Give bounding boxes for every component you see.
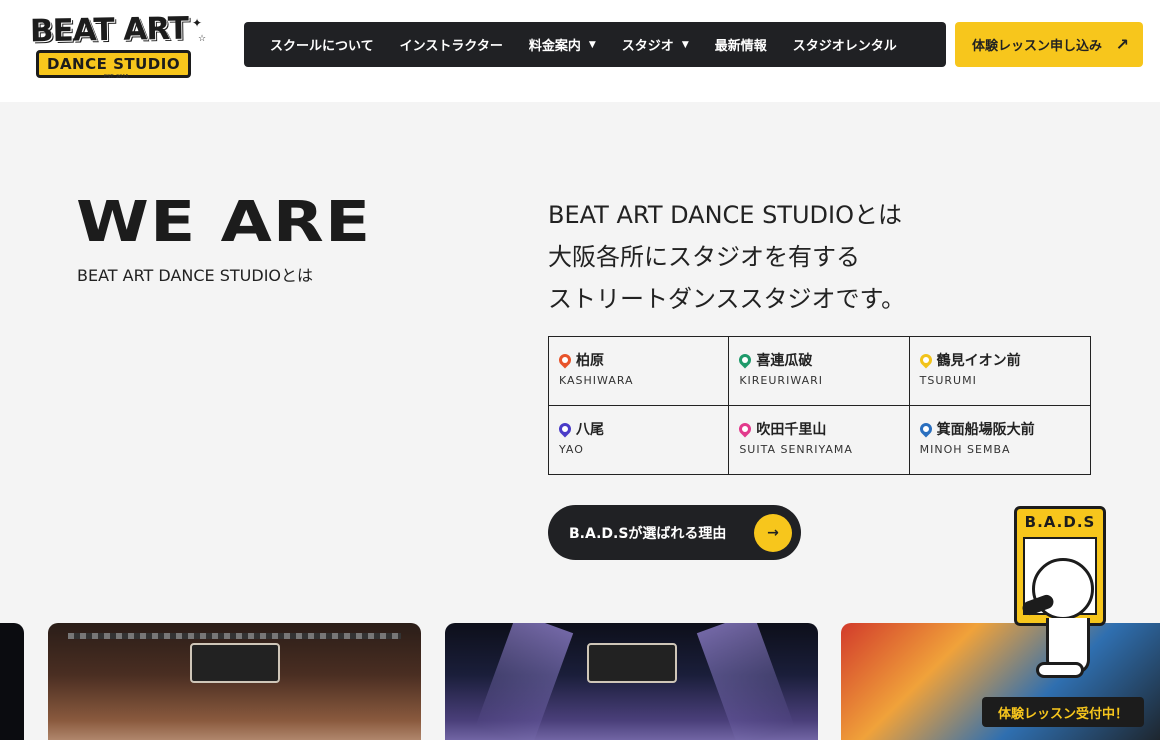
mascot-illustration[interactable]: B.A.D.S <box>992 506 1132 691</box>
stage-logo-image <box>189 643 280 683</box>
site-header: BEAT ART ✦ ☆ DANCE STUDIO EST. 2015 スクール… <box>0 0 1160 102</box>
nav-item-label: 料金案内 <box>528 39 581 54</box>
studio-item-kashiwara[interactable]: 柏原 KASHIWARA <box>549 337 730 406</box>
trial-lesson-label: 体験レッスン申し込み <box>972 39 1103 54</box>
studio-list: 柏原 KASHIWARA 喜連瓜破 KIREURIWARI 鶴見イオン前 TSU… <box>548 336 1091 475</box>
nav-item-label: スタジオ <box>621 39 674 54</box>
studio-romaji: KASHIWARA <box>559 374 634 387</box>
map-pin-icon <box>736 351 754 369</box>
studio-romaji: SUITA SENRIYAMA <box>739 442 853 456</box>
star-icon: ✦ <box>192 16 203 30</box>
nav-item-label: スタジオレンタル <box>792 39 897 54</box>
photo-card[interactable] <box>48 623 421 740</box>
map-pin-icon <box>556 351 574 369</box>
studio-name-row: 喜連瓜破 <box>736 350 908 370</box>
lead-line: 大阪各所にスタジオを有する <box>548 243 860 271</box>
studio-name: 喜連瓜破 <box>756 353 813 369</box>
reason-button[interactable]: B.A.D.Sが選ばれる理由 → <box>548 505 801 560</box>
section-subheading: BEAT ART DANCE STUDIOとは <box>77 266 314 285</box>
map-pin-icon <box>917 420 935 437</box>
stage-light <box>475 623 574 740</box>
stage-light <box>696 623 795 740</box>
studio-name-row: 鶴見イオン前 <box>917 350 1090 370</box>
studio-name: 鶴見イオン前 <box>936 353 1021 369</box>
studio-item-minoh-semba[interactable]: 箕面船場阪大前 MINOH SEMBA <box>910 406 1090 475</box>
studio-romaji: TSURUMI <box>919 374 977 387</box>
photo-card[interactable] <box>445 623 818 740</box>
studio-name: 八尾 <box>576 421 604 438</box>
studio-romaji: YAO <box>559 442 584 456</box>
studio-name-row: 吹田千里山 <box>736 419 908 439</box>
stage-logo-image <box>586 643 677 683</box>
mascot-shoe <box>1036 662 1084 678</box>
caret-down-icon: ▼ <box>681 39 689 50</box>
studio-name: 箕面船場阪大前 <box>936 421 1035 438</box>
studio-item-tsurumi[interactable]: 鶴見イオン前 TSURUMI <box>909 337 1090 406</box>
arrow-up-right-icon: ↗ <box>1115 35 1129 54</box>
nav-item-news[interactable]: 最新情報 <box>715 35 767 54</box>
studio-item-yao[interactable]: 八尾 YAO <box>549 405 730 474</box>
nav-item-pricing[interactable]: 料金案内 ▼ <box>529 35 596 54</box>
studio-name-row: 八尾 <box>556 419 728 439</box>
lead-text: BEAT ART DANCE STUDIOとは 大阪各所にスタジオを有する スト… <box>548 194 1048 320</box>
nav-item-instructors[interactable]: インストラクター <box>400 35 503 54</box>
lead-line: BEAT ART DANCE STUDIOとは <box>548 201 902 229</box>
logo-wordmark: BEAT ART <box>29 10 189 50</box>
main-nav: スクールについて インストラクター 料金案内 ▼ スタジオ ▼ 最新情報 スタジ… <box>244 22 946 67</box>
trial-lesson-button[interactable]: 体験レッスン申し込み ↗ <box>955 22 1143 67</box>
map-pin-icon <box>736 420 754 437</box>
map-pin-icon <box>556 420 574 437</box>
site-logo[interactable]: BEAT ART ✦ ☆ DANCE STUDIO EST. 2015 <box>26 10 207 80</box>
photo-card[interactable] <box>0 623 24 740</box>
map-pin-icon <box>917 351 935 369</box>
studio-item-suita-senriyama[interactable]: 吹田千里山 SUITA SENRIYAMA <box>729 405 910 474</box>
caret-down-icon: ▼ <box>588 39 596 50</box>
star-icon: ☆ <box>198 34 207 44</box>
arrow-right-icon: → <box>754 513 792 552</box>
studio-romaji: KIREURIWARI <box>739 374 824 387</box>
nav-item-rental[interactable]: スタジオレンタル <box>793 35 897 54</box>
stage-truss <box>68 633 401 639</box>
studio-name: 吹田千里山 <box>756 421 827 438</box>
nav-item-studio[interactable]: スタジオ ▼ <box>622 35 689 54</box>
nav-item-label: 最新情報 <box>714 39 767 54</box>
lead-line: ストリートダンススタジオです。 <box>548 285 906 313</box>
studio-item-kireuriwari[interactable]: 喜連瓜破 KIREURIWARI <box>729 337 910 406</box>
logo-est: EST. 2015 <box>104 74 129 80</box>
section-heading: WE ARE <box>76 190 372 255</box>
nav-item-about[interactable]: スクールについて <box>270 35 374 54</box>
reason-button-label: B.A.D.Sが選ばれる理由 <box>569 525 727 542</box>
nav-item-label: インストラクター <box>399 39 503 54</box>
nav-item-label: スクールについて <box>270 39 374 54</box>
trial-promo-badge[interactable]: 体験レッスン受付中！ <box>982 697 1144 727</box>
studio-name-row: 箕面船場阪大前 <box>917 419 1090 439</box>
studio-name: 柏原 <box>576 353 604 369</box>
studio-romaji: MINOH SEMBA <box>919 442 1011 456</box>
studio-name-row: 柏原 <box>556 350 728 370</box>
mascot-sign-text: B.A.D.S <box>1024 513 1096 531</box>
